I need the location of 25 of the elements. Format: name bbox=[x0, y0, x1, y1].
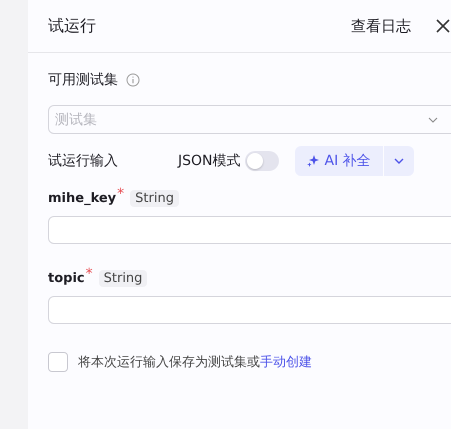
run-input-label: 试运行输入 bbox=[48, 152, 118, 170]
input-field[interactable] bbox=[48, 296, 451, 324]
ai-complete-button[interactable]: AI 补全 bbox=[294, 146, 383, 176]
chevron-down-icon bbox=[428, 117, 438, 123]
required-mark: * bbox=[117, 186, 124, 202]
json-mode-toggle[interactable] bbox=[244, 151, 279, 171]
manual-create-link[interactable]: 手动创建 bbox=[260, 355, 312, 370]
required-mark: * bbox=[86, 266, 93, 282]
save-option-text: 将本次运行输入保存为测试集或手动创建 bbox=[78, 354, 312, 371]
param-name: topic bbox=[48, 270, 85, 286]
type-tag: String bbox=[98, 270, 148, 286]
json-mode-label: JSON模式 bbox=[178, 152, 241, 170]
close-icon[interactable] bbox=[435, 18, 451, 34]
test-set-label: 可用测试集 bbox=[48, 71, 118, 89]
view-log-link[interactable]: 查看日志 bbox=[351, 16, 411, 36]
param-name: mihe_key bbox=[48, 190, 116, 206]
input-field[interactable] bbox=[48, 216, 451, 244]
chevron-down-icon bbox=[394, 158, 404, 164]
save-checkbox[interactable] bbox=[48, 352, 68, 372]
test-set-select[interactable]: 测试集 bbox=[48, 105, 451, 134]
info-icon bbox=[126, 73, 140, 87]
type-tag: String bbox=[130, 190, 179, 206]
drawer-title: 试运行 bbox=[48, 16, 96, 36]
sparkle-icon bbox=[306, 155, 319, 167]
ai-dropdown-button[interactable] bbox=[384, 146, 414, 176]
